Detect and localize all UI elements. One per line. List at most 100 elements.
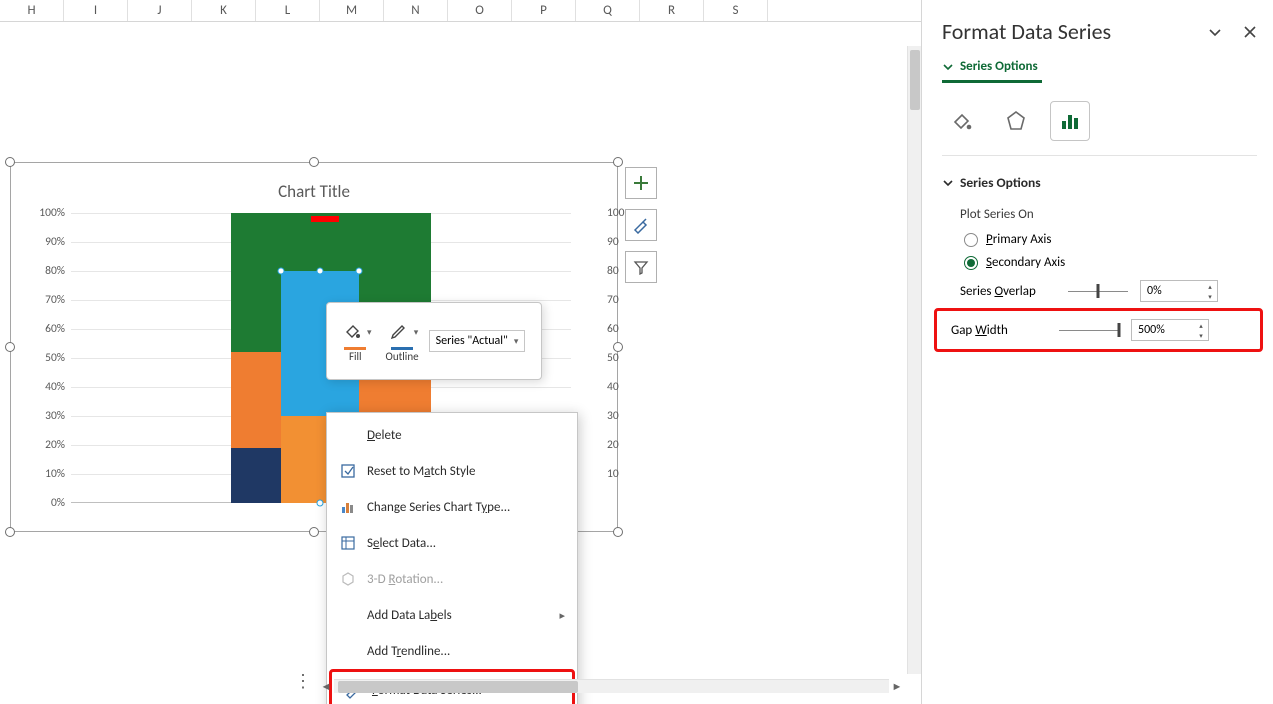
y-tick: 70 [607, 293, 641, 307]
scroll-right-icon[interactable]: ► [889, 679, 905, 693]
reset-icon [339, 462, 357, 480]
col-header[interactable]: P [512, 0, 576, 21]
col-header[interactable]: J [128, 0, 192, 21]
y-axis-secondary[interactable]: 100 90 80 70 60 50 40 30 20 10 [573, 213, 607, 503]
fill-dropdown[interactable]: ▾ Fill [335, 317, 376, 365]
resize-handle[interactable] [309, 157, 319, 167]
col-header[interactable]: S [704, 0, 768, 21]
y-tick: 70% [25, 293, 69, 307]
chart-elements-button[interactable] [625, 167, 657, 199]
sheet-more-icon[interactable]: ⋮ [294, 670, 312, 692]
chevron-down-icon: ▾ [367, 327, 372, 338]
series-overlap-label: Series Overlap [960, 284, 1056, 299]
spinner[interactable]: ▴▾ [1203, 281, 1217, 301]
y-axis-primary[interactable]: 100% 90% 80% 70% 60% 50% 40% 30% 20% 10%… [25, 213, 69, 503]
plot-series-on-label: Plot Series On [942, 201, 1257, 228]
resize-handle[interactable] [613, 157, 623, 167]
blank-icon [339, 606, 357, 624]
cube-icon [339, 570, 357, 588]
series-options-section[interactable]: Series Options [942, 168, 1257, 201]
column-headers: H I J K L M N O P Q R S [0, 0, 921, 22]
vertical-scrollbar[interactable] [907, 46, 921, 674]
radio-icon [964, 233, 978, 247]
pane-category-tabs [942, 101, 1257, 155]
col-header[interactable]: R [640, 0, 704, 21]
worksheet-area: H I J K L M N O P Q R S Char [0, 0, 921, 704]
col-header[interactable]: Q [576, 0, 640, 21]
col-header[interactable]: H [0, 0, 64, 21]
y-tick: 30 [607, 409, 641, 423]
menu-3d-rotation: 3-D Rotation... [327, 561, 577, 597]
y-tick: 80% [25, 264, 69, 278]
col-header[interactable]: L [256, 0, 320, 21]
blank-icon [339, 642, 357, 660]
context-menu: Delete Reset to Match Style Change Serie… [326, 412, 578, 704]
chevron-right-icon: ▸ [559, 609, 565, 622]
menu-add-trendline[interactable]: Add Trendline... [327, 633, 577, 669]
y-tick: 60 [607, 322, 641, 336]
grid[interactable]: Chart Title 100% 90% 80% 70% 60% 50% 40%… [0, 22, 921, 704]
fill-line-tab[interactable] [942, 101, 982, 141]
scrollbar-thumb[interactable] [910, 50, 920, 110]
effects-tab[interactable] [996, 101, 1036, 141]
menu-change-chart-type[interactable]: Change Series Chart Type... [327, 489, 577, 525]
chevron-down-icon [942, 177, 954, 189]
secondary-axis-radio[interactable]: Secondary Axis [942, 251, 1257, 274]
series-sel-point[interactable] [278, 268, 285, 275]
chart-filters-button[interactable] [625, 251, 657, 283]
series-sel-point[interactable] [316, 500, 323, 507]
chart-title[interactable]: Chart Title [11, 163, 617, 202]
series-overlap-slider[interactable] [1068, 284, 1128, 298]
series-sel-point[interactable] [316, 268, 323, 275]
col-header[interactable]: I [64, 0, 128, 21]
outline-dropdown[interactable]: ▾ Outline [382, 317, 423, 365]
chevron-down-icon: ▾ [414, 327, 419, 338]
resize-handle[interactable] [309, 527, 319, 537]
outline-label: Outline [386, 350, 419, 363]
primary-axis-radio[interactable]: Primary Axis [942, 228, 1257, 251]
series-sel-point[interactable] [355, 268, 362, 275]
series-options-dropdown[interactable]: Series Options [942, 59, 1257, 80]
col-header[interactable]: K [192, 0, 256, 21]
col-header[interactable]: M [320, 0, 384, 21]
resize-handle[interactable] [5, 342, 15, 352]
menu-select-data[interactable]: Select Data... [327, 525, 577, 561]
y-tick: 10 [607, 467, 641, 481]
series-picker[interactable]: Series "Actual" ▾ [429, 330, 526, 352]
col-header[interactable]: O [448, 0, 512, 21]
pane-options-button[interactable] [1207, 24, 1223, 40]
series-overlap-row: Series Overlap ▴▾ [942, 274, 1257, 308]
scroll-left-icon[interactable]: ◄ [318, 679, 334, 693]
col-header[interactable]: N [384, 0, 448, 21]
y-tick: 40% [25, 380, 69, 394]
resize-handle[interactable] [613, 527, 623, 537]
close-icon[interactable] [1243, 25, 1257, 39]
chart-side-buttons [625, 167, 657, 283]
resize-handle[interactable] [5, 157, 15, 167]
menu-delete[interactable]: Delete [327, 417, 577, 453]
series-marker [311, 216, 339, 222]
series-picker-label: Series "Actual" [436, 334, 508, 348]
chart-styles-button[interactable] [625, 209, 657, 241]
spinner[interactable]: ▴▾ [1194, 320, 1208, 340]
chart-type-icon [339, 498, 357, 516]
blank-icon [339, 426, 357, 444]
chevron-down-icon: ▾ [514, 336, 519, 347]
scrollbar-thumb[interactable] [338, 681, 578, 693]
y-tick: 100% [25, 206, 69, 220]
divider [942, 155, 1257, 156]
select-data-icon [339, 534, 357, 552]
scrollbar-track[interactable] [334, 679, 889, 693]
y-tick: 50 [607, 351, 641, 365]
chevron-down-icon [942, 61, 954, 73]
menu-reset-style[interactable]: Reset to Match Style [327, 453, 577, 489]
y-tick: 50% [25, 351, 69, 365]
horizontal-scrollbar[interactable]: ◄ ► [318, 678, 905, 694]
y-tick: 90% [25, 235, 69, 249]
y-tick: 30% [25, 409, 69, 423]
resize-handle[interactable] [5, 527, 15, 537]
series-options-tab[interactable] [1050, 101, 1090, 141]
pen-icon [386, 319, 412, 345]
menu-add-data-labels[interactable]: Add Data Labels ▸ [327, 597, 577, 633]
gap-width-slider[interactable] [1059, 323, 1119, 337]
